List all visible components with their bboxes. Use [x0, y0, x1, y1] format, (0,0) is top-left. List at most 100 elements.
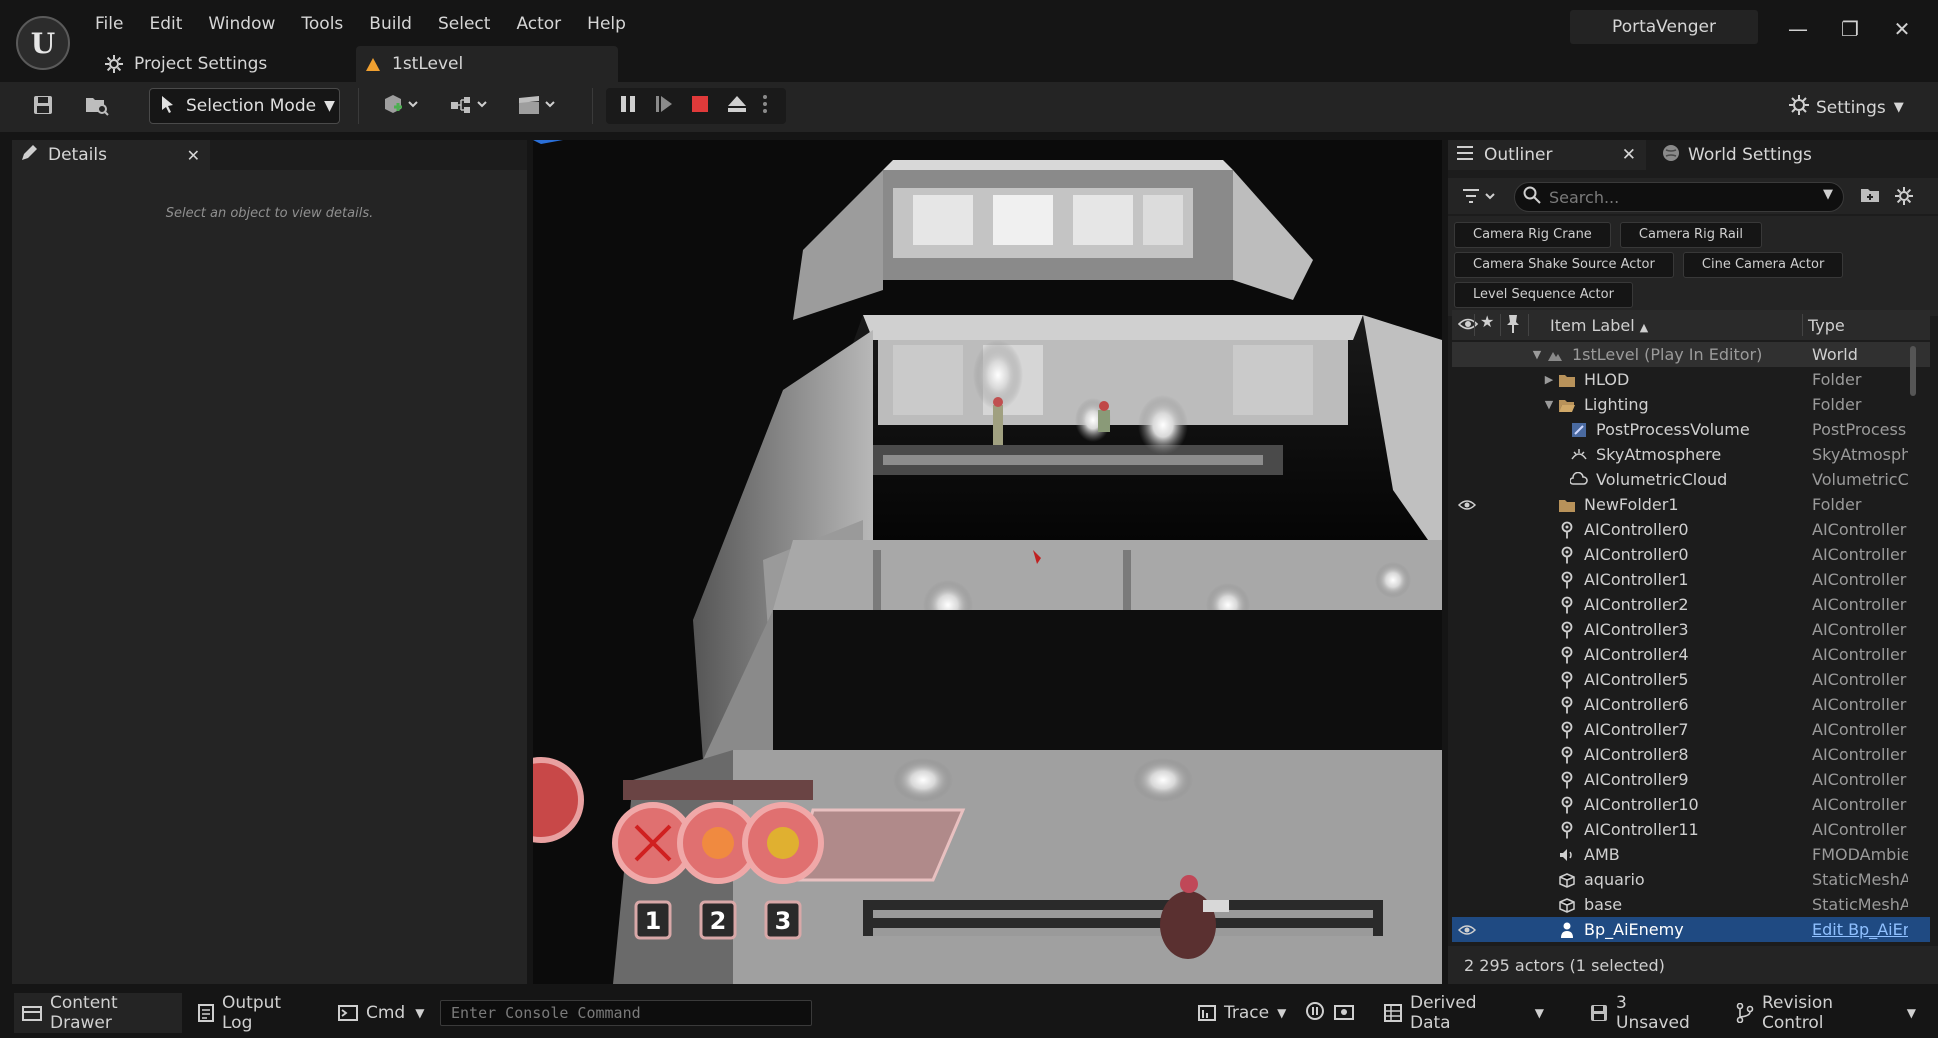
level-viewport[interactable]: 1 2 3 — [533, 140, 1442, 984]
tab-world-settings[interactable]: World Settings — [1646, 140, 1812, 170]
row-type: PostProcess — [1812, 420, 1907, 439]
unreal-logo-icon[interactable]: U — [16, 16, 70, 70]
chip-camera-shake-source-actor[interactable]: Camera Shake Source Actor — [1454, 252, 1674, 278]
row-type: AIController — [1812, 770, 1907, 789]
outliner-row[interactable]: SkyAtmosphere SkyAtmosph — [1452, 442, 1930, 467]
revision-control-dropdown[interactable]: Revision Control ▼ — [1736, 993, 1916, 1033]
eject-icon[interactable] — [726, 94, 748, 118]
outliner-row[interactable]: VolumetricCloud VolumetricC — [1452, 467, 1930, 492]
outliner-row[interactable]: NewFolder1 Folder — [1452, 492, 1930, 517]
row-type[interactable]: Edit Bp_AiEr — [1812, 920, 1908, 939]
row-type: Folder — [1812, 495, 1862, 514]
cinematics-button[interactable] — [512, 88, 562, 126]
column-item-label[interactable]: Item Label ▲ — [1550, 316, 1648, 335]
menu-select[interactable]: Select — [425, 12, 503, 38]
list-icon — [1456, 145, 1474, 166]
menu-file[interactable]: File — [82, 12, 136, 38]
outliner-row[interactable]: Bp_AiEnemy Edit Bp_AiEr — [1452, 917, 1930, 942]
console-command-input[interactable] — [441, 1001, 811, 1025]
search-input[interactable] — [1549, 187, 1809, 207]
chip-level-sequence-actor[interactable]: Level Sequence Actor — [1454, 282, 1633, 308]
chip-cine-camera-actor[interactable]: Cine Camera Actor — [1682, 252, 1844, 278]
eye-icon[interactable] — [1458, 921, 1476, 939]
trace-dropdown[interactable]: Trace ▼ — [1198, 993, 1288, 1033]
save-button[interactable] — [26, 88, 60, 126]
chip-camera-rig-crane[interactable]: Camera Rig Crane — [1454, 222, 1611, 248]
settings-button[interactable]: Settings ▼ — [1788, 94, 1904, 121]
outliner-row[interactable]: AIController9 AIController — [1452, 767, 1930, 792]
blueprint-button[interactable] — [444, 88, 494, 126]
more-options-icon[interactable] — [762, 94, 768, 118]
outliner-row[interactable]: AIController0 AIController — [1452, 542, 1930, 567]
menu-edit[interactable]: Edit — [136, 12, 195, 38]
chevron-down-icon: ▼ — [1277, 1006, 1287, 1020]
outliner-row[interactable]: AIController2 AIController — [1452, 592, 1930, 617]
content-drawer-button[interactable]: Content Drawer — [14, 993, 182, 1033]
close-button[interactable]: ✕ — [1882, 12, 1922, 46]
collapse-arrow-icon[interactable]: ▶ — [1540, 371, 1558, 389]
hud-slot-3: 3 — [775, 907, 792, 935]
restore-button[interactable]: ❐ — [1830, 12, 1870, 46]
outliner-row[interactable]: AIController7 AIController — [1452, 717, 1930, 742]
tab-project-settings[interactable]: Project Settings — [96, 46, 352, 82]
add-actor-button[interactable] — [376, 88, 426, 126]
outliner-row[interactable]: AIController6 AIController — [1452, 692, 1930, 717]
browse-button[interactable] — [80, 88, 114, 126]
new-folder-icon[interactable] — [1860, 186, 1880, 208]
pin-icon[interactable] — [1506, 314, 1520, 338]
outliner-row[interactable]: PostProcessVolume PostProcess — [1452, 417, 1930, 442]
menu-window[interactable]: Window — [195, 12, 288, 38]
outliner-row[interactable]: AIController3 AIController — [1452, 617, 1930, 642]
search-box: ▼ — [1514, 182, 1844, 212]
pause-icon[interactable] — [618, 94, 638, 118]
tab-level[interactable]: 1stLevel — [356, 46, 618, 82]
chip-camera-rig-rail[interactable]: Camera Rig Rail — [1619, 222, 1763, 248]
close-icon[interactable]: ✕ — [1622, 145, 1636, 165]
unsaved-button[interactable]: 3 Unsaved — [1590, 993, 1702, 1033]
menu-actor[interactable]: Actor — [503, 12, 574, 38]
filter-icon[interactable] — [1462, 187, 1498, 209]
outliner-row[interactable]: AIController11 AIController — [1452, 817, 1930, 842]
outliner-row[interactable]: AMB FMODAmbie — [1452, 842, 1930, 867]
cmd-dropdown[interactable]: Cmd ▼ — [338, 993, 428, 1033]
chevron-down-icon[interactable]: ▼ — [1823, 187, 1833, 202]
outliner-row[interactable]: AIController10 AIController — [1452, 792, 1930, 817]
record-button[interactable] — [1305, 993, 1327, 1033]
menu-tools[interactable]: Tools — [288, 12, 356, 38]
outliner-row[interactable]: aquario StaticMeshA — [1452, 867, 1930, 892]
aicontroller-icon — [1558, 521, 1576, 539]
outliner-row[interactable]: ▶ HLOD Folder — [1452, 367, 1930, 392]
selection-mode-dropdown[interactable]: Selection Mode ▼ — [149, 88, 340, 124]
row-type: AIController — [1812, 695, 1907, 714]
outliner-row[interactable]: base StaticMeshA — [1452, 892, 1930, 917]
outliner-row[interactable]: AIController8 AIController — [1452, 742, 1930, 767]
screenshot-button[interactable] — [1334, 993, 1356, 1033]
outliner-row[interactable]: ▼ Lighting Folder — [1452, 392, 1930, 417]
tab-details[interactable]: Details ✕ — [12, 140, 210, 170]
expand-arrow-icon[interactable]: ▼ — [1540, 396, 1558, 414]
column-type[interactable]: Type — [1808, 316, 1845, 335]
outliner-row[interactable]: AIController1 AIController — [1452, 567, 1930, 592]
outliner-row[interactable]: ▼ 1stLevel (Play In Editor) World — [1452, 342, 1930, 367]
outliner-row[interactable]: AIController4 AIController — [1452, 642, 1930, 667]
revision-control-label: Revision Control — [1762, 993, 1834, 1033]
expand-arrow-icon[interactable]: ▼ — [1528, 346, 1546, 364]
minimize-button[interactable]: — — [1778, 12, 1818, 46]
menu-help[interactable]: Help — [574, 12, 639, 38]
eye-icon[interactable] — [1457, 315, 1479, 337]
derived-data-dropdown[interactable]: Derived Data ▼ — [1384, 993, 1544, 1033]
outliner-scrollbar[interactable] — [1910, 346, 1916, 396]
star-icon[interactable]: ★ — [1480, 312, 1494, 331]
outliner-row[interactable]: AIController0 AIController — [1452, 517, 1930, 542]
tab-outliner[interactable]: Outliner ✕ — [1448, 140, 1646, 170]
close-icon[interactable]: ✕ — [187, 146, 200, 165]
menu-build[interactable]: Build — [356, 12, 425, 38]
details-empty-message: Select an object to view details. — [165, 206, 374, 221]
gear-icon[interactable] — [1894, 186, 1914, 210]
outliner-row[interactable]: AIController5 AIController — [1452, 667, 1930, 692]
stop-icon[interactable] — [690, 94, 710, 118]
step-frame-icon[interactable] — [654, 94, 674, 118]
folder-search-icon — [84, 93, 110, 121]
eye-icon[interactable] — [1458, 496, 1476, 514]
output-log-button[interactable]: Output Log — [190, 993, 314, 1033]
